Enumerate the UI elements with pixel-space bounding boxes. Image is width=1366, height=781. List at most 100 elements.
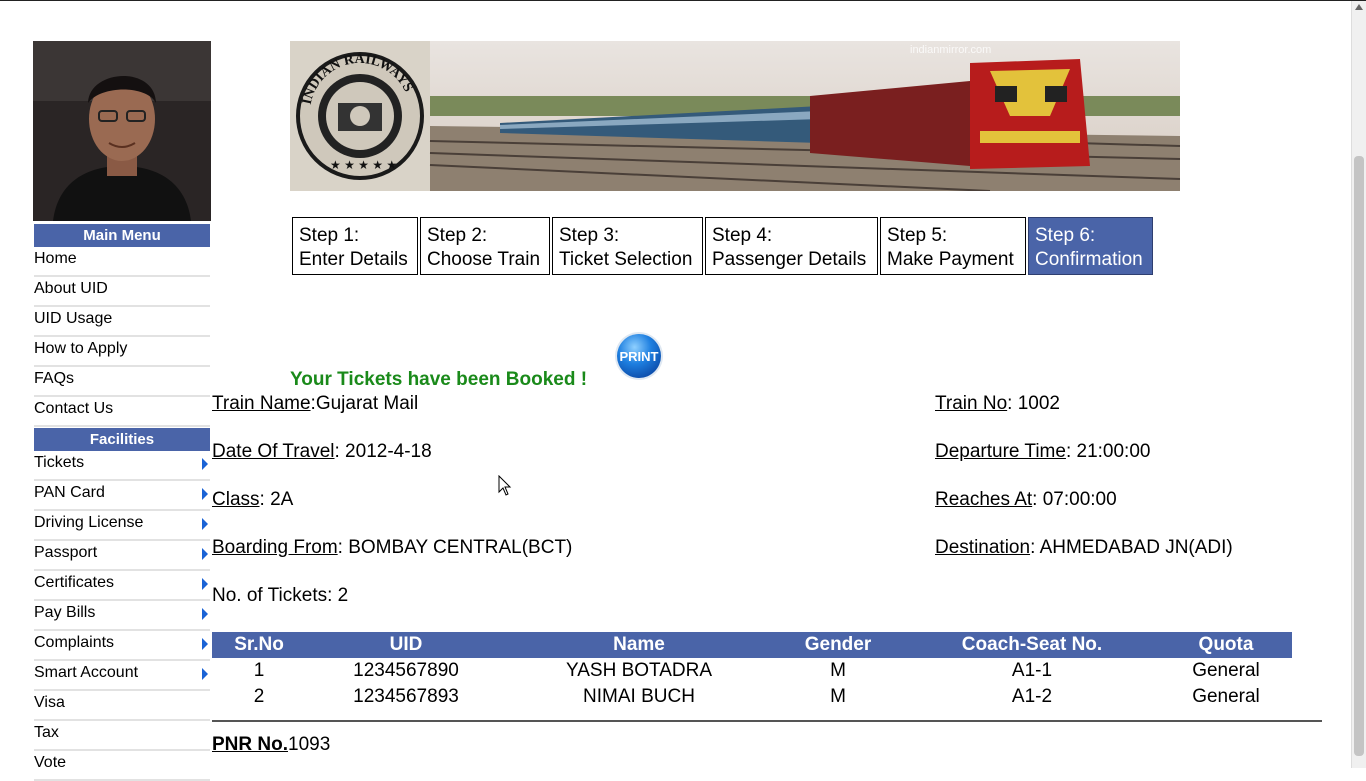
sidebar-item-certificates[interactable]: Certificates [34, 571, 210, 601]
sidebar-item-label: How to Apply [34, 340, 128, 357]
sidebar-item-label: Pay Bills [34, 604, 96, 621]
sidebar-item-pan-card[interactable]: PAN Card [34, 481, 210, 511]
step-label: Passenger Details [712, 249, 867, 270]
column-header-coach-seat: Coach-Seat No. [904, 632, 1160, 658]
class-value: : 2A [259, 489, 294, 510]
svg-text:PRINT: PRINT [620, 349, 659, 364]
sidebar-item-how-to-apply[interactable]: How to Apply [34, 337, 210, 367]
sidebar-menu: Main Menu Home About UID UID Usage How t… [34, 224, 210, 781]
step-choose-train[interactable]: Step 2: Choose Train [420, 217, 550, 275]
sidebar-item-label: Contact Us [34, 400, 114, 417]
destination-field: Destination: AHMEDABAD JN(ADI) [935, 537, 1233, 559]
train-no-label: Train No [935, 393, 1008, 414]
class-label: Class [212, 489, 260, 510]
cell-srno: 2 [253, 686, 265, 707]
train-name-field: Train Name:Gujarat Mail [212, 393, 418, 415]
step-confirmation[interactable]: Step 6: Confirmation [1028, 217, 1153, 275]
destination-value: : AHMEDABAD JN(ADI) [1030, 537, 1233, 558]
sidebar-item-label: Certificates [34, 574, 115, 591]
indian-railways-logo: INDIAN RAILWAYS ★ ★ ★ ★ ★ [296, 52, 424, 180]
profile-photo [33, 41, 211, 221]
vertical-scrollbar[interactable] [1351, 1, 1366, 768]
sidebar-item-label: FAQs [34, 370, 75, 387]
sidebar-item-label: Smart Account [34, 664, 139, 681]
step-number: Step 4: [712, 225, 773, 246]
departure-time-label: Departure Time [935, 441, 1066, 462]
cell-uid: 1234567890 [353, 660, 459, 681]
train-name-value: :Gujarat Mail [310, 393, 419, 414]
sidebar-item-faqs[interactable]: FAQs [34, 367, 210, 397]
train-name-label: Train Name [212, 393, 311, 414]
column-header-quota: Quota [1160, 632, 1292, 658]
booking-success-message: Your Tickets have been Booked ! [290, 369, 588, 390]
sidebar-item-label: Driving License [34, 514, 144, 531]
sidebar-item-label: Visa [34, 694, 65, 711]
sidebar-item-about-uid[interactable]: About UID [34, 277, 210, 307]
boarding-from-label: Boarding From [212, 537, 338, 558]
step-enter-details[interactable]: Step 1: Enter Details [292, 217, 418, 275]
submenu-arrow-icon [202, 458, 208, 470]
sidebar-item-label: Passport [34, 544, 98, 561]
sidebar-item-complaints[interactable]: Complaints [34, 631, 210, 661]
cell-coach-seat: A1-2 [1011, 686, 1053, 707]
cell-quota: General [1192, 660, 1260, 681]
step-number: Step 5: [887, 225, 948, 246]
reaches-at-value: : 07:00:00 [1032, 489, 1117, 510]
sidebar-item-label: Tax [34, 724, 59, 741]
reaches-at-label: Reaches At [935, 489, 1033, 510]
passenger-table: Sr.No UID Name Gender Coach-Seat No. Quo… [212, 632, 1292, 710]
print-button[interactable]: PRINT [614, 331, 664, 381]
sidebar-item-home[interactable]: Home [34, 247, 210, 277]
sidebar-item-vote[interactable]: Vote [34, 751, 210, 781]
departure-time-value: : 21:00:00 [1065, 441, 1151, 462]
column-header-srno: Sr.No [212, 632, 306, 658]
table-header-row: Sr.No UID Name Gender Coach-Seat No. Quo… [212, 632, 1292, 658]
table-row: 2 1234567893 NIMAI BUCH M A1-2 General [212, 684, 1292, 710]
step-label: Enter Details [299, 249, 408, 270]
pnr-label: PNR No. [212, 734, 288, 755]
cell-srno: 1 [253, 660, 265, 681]
submenu-arrow-icon [202, 608, 208, 620]
destination-label: Destination [935, 537, 1031, 558]
sidebar-item-tickets[interactable]: Tickets [34, 451, 210, 481]
sidebar-item-label: Tickets [34, 454, 85, 471]
train-no-field: Train No: 1002 [935, 393, 1060, 415]
column-header-uid: UID [306, 632, 506, 658]
date-of-travel-value: : 2012-4-18 [334, 441, 432, 462]
class-field: Class: 2A [212, 489, 293, 511]
date-of-travel-label: Date Of Travel [212, 441, 335, 462]
cell-name: NIMAI BUCH [583, 686, 695, 707]
sidebar-item-pay-bills[interactable]: Pay Bills [34, 601, 210, 631]
step-label: Ticket Selection [559, 249, 693, 270]
submenu-arrow-icon [202, 578, 208, 590]
sidebar-item-visa[interactable]: Visa [34, 691, 210, 721]
sidebar-item-contact-us[interactable]: Contact Us [34, 397, 210, 427]
sidebar-item-driving-license[interactable]: Driving License [34, 511, 210, 541]
step-make-payment[interactable]: Step 5: Make Payment [880, 217, 1026, 275]
facilities-header: Facilities [34, 428, 210, 451]
step-label: Choose Train [427, 249, 541, 270]
step-label: Make Payment [887, 249, 1014, 270]
column-header-name: Name [506, 632, 772, 658]
sidebar-item-label: UID Usage [34, 310, 113, 327]
step-passenger-details[interactable]: Step 4: Passenger Details [705, 217, 878, 275]
train-no-value: : 1002 [1007, 393, 1060, 414]
reaches-at-field: Reaches At: 07:00:00 [935, 489, 1117, 511]
table-row: 1 1234567890 YASH BOTADRA M A1-1 General [212, 658, 1292, 684]
step-ticket-selection[interactable]: Step 3: Ticket Selection [552, 217, 703, 275]
header-banner: INDIAN RAILWAYS ★ ★ ★ ★ ★ indianmirror.c… [290, 41, 1180, 191]
step-label: Confirmation [1035, 249, 1143, 270]
sidebar-item-smart-account[interactable]: Smart Account [34, 661, 210, 691]
sidebar-item-passport[interactable]: Passport [34, 541, 210, 571]
scrollbar-thumb[interactable] [1354, 156, 1364, 756]
sidebar-item-uid-usage[interactable]: UID Usage [34, 307, 210, 337]
boarding-from-field: Boarding From: BOMBAY CENTRAL(BCT) [212, 537, 572, 559]
sidebar-item-tax[interactable]: Tax [34, 721, 210, 751]
step-number: Step 1: [299, 225, 360, 246]
sidebar-item-label: About UID [34, 280, 108, 297]
cell-gender: M [830, 660, 846, 681]
scroll-up-arrow-icon[interactable] [1355, 4, 1363, 10]
step-number: Step 6: [1035, 225, 1096, 246]
svg-text:★ ★ ★ ★ ★: ★ ★ ★ ★ ★ [330, 158, 397, 172]
step-number: Step 3: [559, 225, 620, 246]
